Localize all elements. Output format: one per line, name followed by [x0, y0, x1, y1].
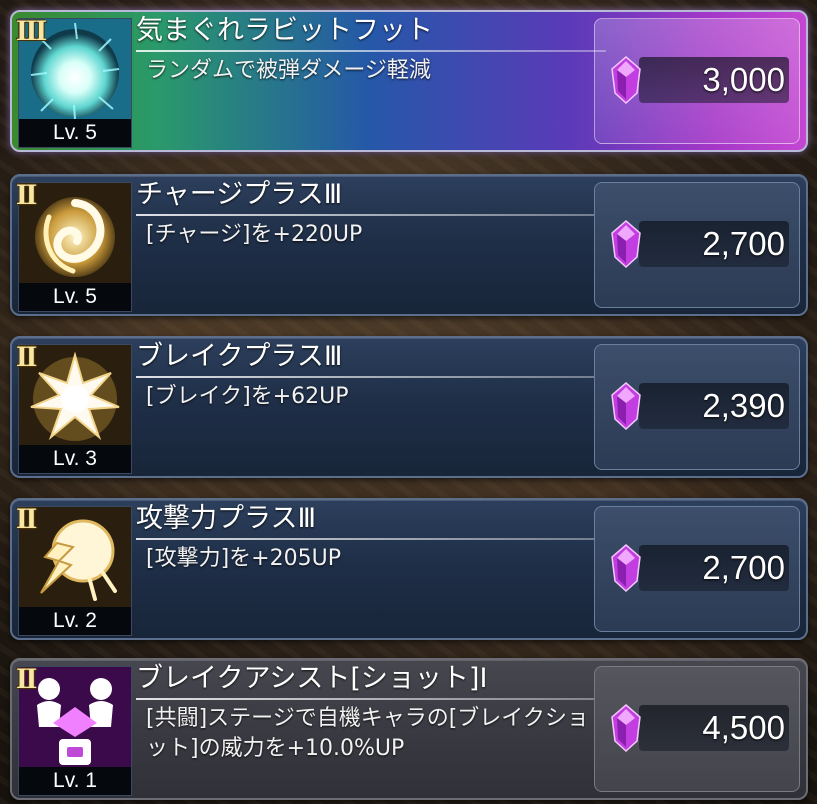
skill-level: Lv. 5: [19, 119, 131, 147]
gem-icon: [611, 220, 641, 269]
skill-card[interactable]: Lv. 5 II チャージプラスⅢ [チャージ]を+220UP 2,700: [10, 174, 808, 316]
price-value: 4,500: [702, 709, 785, 746]
skill-level: Lv. 2: [19, 607, 131, 635]
skill-title: 気まぐれラビットフット: [136, 15, 433, 46]
skill-card[interactable]: Lv. 2 II 攻撃力プラスⅢ [攻撃力]を+205UP 2,700: [10, 498, 808, 640]
skill-list: Lv. 5 III 気まぐれラビットフット ランダムで被弾ダメージ軽減 3,00…: [0, 0, 817, 804]
skill-title: チャージプラスⅢ: [136, 179, 343, 210]
skill-rank: II: [16, 502, 37, 535]
skill-title: ブレイクアシスト[ショット]Ⅰ: [136, 663, 488, 694]
purchase-button[interactable]: 2,700: [594, 506, 800, 632]
price-value: 2,700: [702, 225, 785, 262]
skill-description: [チャージ]を+220UP: [146, 222, 363, 247]
assist-figures-icon: [19, 667, 131, 769]
purchase-button[interactable]: 4,500: [594, 666, 800, 792]
purchase-button[interactable]: 2,390: [594, 344, 800, 470]
skill-description: [ブレイク]を+62UP: [146, 384, 349, 409]
skill-rank: II: [16, 340, 37, 373]
cracked-orb-icon: [19, 507, 131, 609]
price-value: 2,700: [702, 549, 785, 586]
purchase-button[interactable]: 3,000: [594, 18, 800, 144]
skill-level: Lv. 5: [19, 283, 131, 311]
break-burst-icon: [19, 345, 131, 447]
skill-rank: III: [16, 14, 47, 47]
skill-description: [攻撃力]を+205UP: [146, 546, 341, 571]
skill-rank: II: [16, 178, 37, 211]
skill-level: Lv. 1: [19, 767, 131, 795]
skill-description: [共闘]ステージで自機キャラの[ブレイクショット]の威力を+10.0%UP: [146, 706, 589, 761]
price-value: 3,000: [702, 61, 785, 98]
gem-icon: [611, 704, 641, 753]
skill-rank: II: [16, 662, 37, 695]
title-divider: [136, 376, 606, 378]
skill-card[interactable]: Lv. 1 II ブレイクアシスト[ショット]Ⅰ [共闘]ステージで自機キャラの…: [10, 658, 808, 800]
swirl-icon: [19, 183, 131, 285]
price-value: 2,390: [702, 387, 785, 424]
purchase-button[interactable]: 2,700: [594, 182, 800, 308]
title-divider: [136, 538, 606, 540]
skill-card[interactable]: Lv. 3 II ブレイクプラスⅢ [ブレイク]を+62UP 2,390: [10, 336, 808, 478]
skill-title: ブレイクプラスⅢ: [136, 341, 343, 372]
skill-level: Lv. 3: [19, 445, 131, 473]
gem-icon: [611, 544, 641, 593]
skill-description: ランダムで被弾ダメージ軽減: [146, 58, 431, 83]
skill-title: 攻撃力プラスⅢ: [136, 503, 317, 534]
title-divider: [136, 698, 606, 700]
title-divider: [136, 50, 606, 52]
skill-card[interactable]: Lv. 5 III 気まぐれラビットフット ランダムで被弾ダメージ軽減 3,00…: [10, 10, 808, 152]
title-divider: [136, 214, 606, 216]
gem-icon: [611, 382, 641, 431]
gem-icon: [611, 56, 641, 105]
